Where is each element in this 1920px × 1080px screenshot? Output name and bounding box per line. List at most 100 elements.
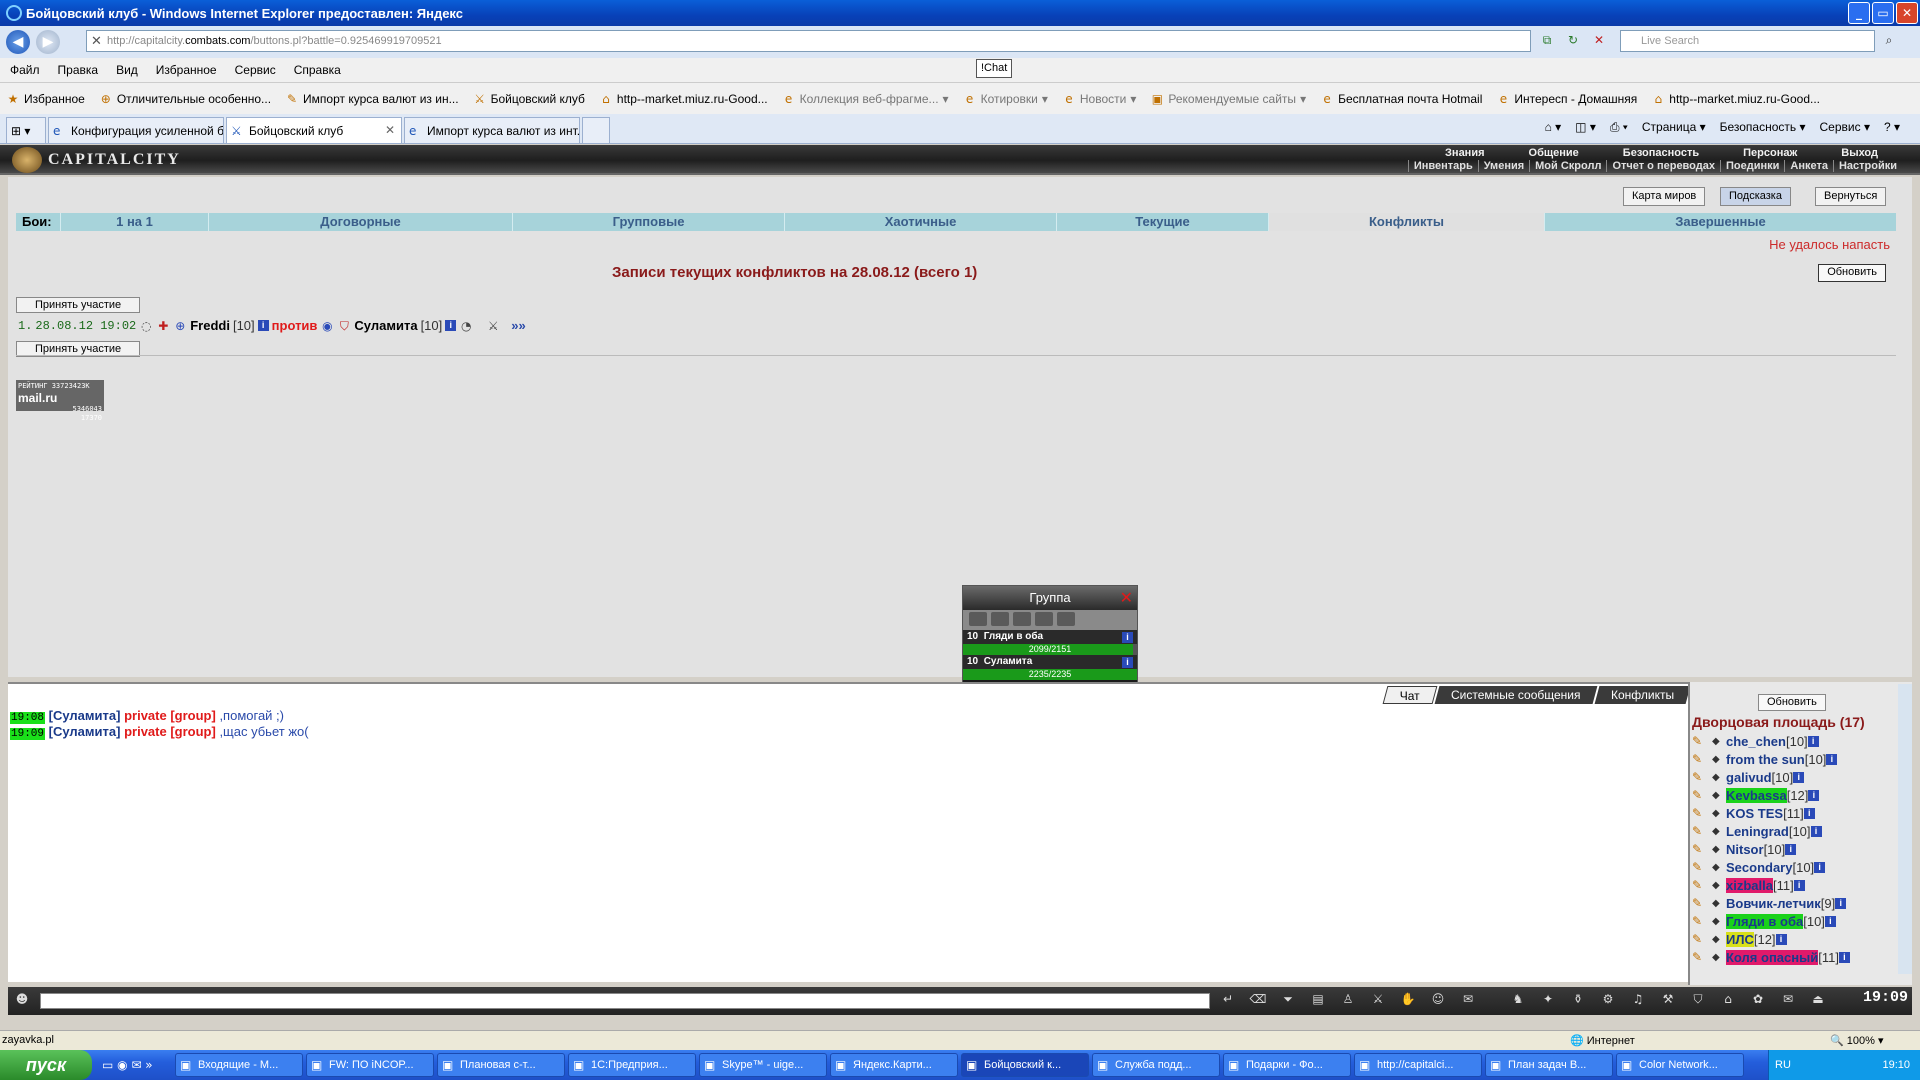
user-info-icon[interactable]: i	[1835, 897, 1847, 909]
gear-icon[interactable]: ⚙	[1598, 992, 1618, 1010]
group-action-icon[interactable]	[1057, 612, 1075, 626]
msg-author[interactable]: [Суламита]	[49, 724, 121, 739]
fav-item[interactable]: ⊕ Отличительные особенно...	[99, 92, 271, 106]
online-user[interactable]: ✎ ◆ che_chen [10] i	[1692, 732, 1892, 750]
gift-icon[interactable]: ⌂	[1718, 992, 1738, 1010]
online-user[interactable]: ✎ ◆ Гляди в оба [10] i	[1692, 912, 1892, 930]
fav-item[interactable]: e Бесплатная почта Hotmail	[1320, 92, 1482, 106]
msg-author[interactable]: [Суламита]	[49, 708, 121, 723]
group-action-icon[interactable]	[1035, 612, 1053, 626]
user-name[interactable]: Leningrad	[1726, 824, 1789, 839]
tab-conflicts[interactable]: Конфликты	[1268, 213, 1544, 231]
tab-1v1[interactable]: 1 на 1	[60, 213, 208, 231]
user-name[interactable]: from the sun	[1726, 752, 1805, 767]
smile-icon[interactable]: ☻	[12, 992, 32, 1010]
nav-inventory[interactable]: Инвентарь	[1407, 160, 1478, 172]
taskbar-task[interactable]: ▣ Служба подд...	[1092, 1053, 1220, 1077]
taskbar-task[interactable]: ▣ Яндекс.Карти...	[830, 1053, 958, 1077]
hint-button[interactable]: Подсказка	[1720, 187, 1791, 206]
close-button[interactable]: ✕	[1896, 2, 1918, 24]
music-icon[interactable]: ♫	[1628, 992, 1648, 1010]
online-user[interactable]: ✎ ◆ galivud [10] i	[1692, 768, 1892, 786]
refresh-button[interactable]: Обновить	[1818, 264, 1886, 282]
private-message-icon[interactable]: ✎	[1692, 752, 1712, 766]
member-info-icon[interactable]: i	[1122, 632, 1133, 643]
fav-item[interactable]: ✎ Импорт курса валют из ин...	[285, 92, 459, 106]
maximize-button[interactable]: ▭	[1872, 2, 1894, 24]
stop-icon[interactable]: ✕	[1590, 33, 1608, 51]
taskbar-task[interactable]: ▣ Skype™ - uige...	[699, 1053, 827, 1077]
online-user[interactable]: ✎ ◆ from the sun [10] i	[1692, 750, 1892, 768]
msg-time[interactable]: 19:08	[10, 712, 46, 724]
private-message-icon[interactable]: ✎	[1692, 932, 1712, 946]
world-map-button[interactable]: Карта миров	[1623, 187, 1706, 206]
taskbar-task[interactable]: ▣ Color Network...	[1616, 1053, 1744, 1077]
tab-finished[interactable]: Завершенные	[1544, 213, 1896, 231]
chat-widget[interactable]: !Chat	[976, 59, 1013, 78]
quick-tabs-button[interactable]: ⊞ ▾	[6, 117, 46, 143]
private-message-icon[interactable]: ✎	[1692, 842, 1712, 856]
menu-file[interactable]: Файл	[10, 63, 40, 77]
private-message-icon[interactable]: ✎	[1692, 806, 1712, 820]
fav-item[interactable]: e Котировки ▾	[963, 92, 1048, 106]
private-message-icon[interactable]: ✎	[1692, 788, 1712, 802]
nav-duels[interactable]: Поединки	[1719, 160, 1784, 172]
msg-private[interactable]: private [group]	[124, 724, 216, 739]
user-info-icon[interactable]: i	[1775, 933, 1787, 945]
nav-transfers[interactable]: Отчет о переводах	[1606, 160, 1720, 172]
quick-launch[interactable]: ▭ ◉ ✉ »	[92, 1058, 172, 1072]
fav-item[interactable]: e Новости ▾	[1062, 92, 1136, 106]
group-member[interactable]: 10 Суламита i	[963, 655, 1137, 669]
filter-icon[interactable]: ⏷	[1278, 992, 1298, 1010]
flower-icon[interactable]: ✿	[1748, 992, 1768, 1010]
tab-current[interactable]: Текущие	[1056, 213, 1268, 231]
online-user[interactable]: ✎ ◆ Secondary [10] i	[1692, 858, 1892, 876]
fav-item[interactable]: ⌂ http--market.miuz.ru-Good...	[599, 92, 768, 106]
nav-exit[interactable]: Выход	[1819, 147, 1900, 159]
nav-knowledge[interactable]: Знания	[1423, 147, 1506, 159]
mail-icon[interactable]: ✉	[1778, 992, 1798, 1010]
player2-info-icon[interactable]: i	[445, 320, 457, 331]
private-message-icon[interactable]: ✎	[1692, 878, 1712, 892]
user-info-icon[interactable]: i	[1826, 753, 1838, 765]
new-tab-button[interactable]	[582, 117, 610, 143]
online-user[interactable]: ✎ ◆ xizballa [11] i	[1692, 876, 1892, 894]
user-name[interactable]: Kevbassa	[1726, 787, 1787, 803]
feeds-icon[interactable]: ◫ ▾	[1575, 120, 1596, 135]
chat-input[interactable]	[40, 993, 1210, 1009]
clear-icon[interactable]: ⌫	[1248, 992, 1268, 1010]
nav-settings[interactable]: Настройки	[1832, 160, 1902, 172]
search-input[interactable]: Live Search	[1620, 30, 1875, 52]
fight-icon[interactable]: ⚔	[1368, 992, 1388, 1010]
user-name[interactable]: Nitsor	[1726, 842, 1764, 857]
user-info-icon[interactable]: i	[1814, 861, 1826, 873]
fav-item[interactable]: e Коллекция веб-фрагме... ▾	[782, 92, 949, 106]
tab-config[interactable]: e Конфигурация усиленной б...	[48, 117, 224, 143]
compat-view-icon[interactable]: ⧉	[1538, 33, 1556, 51]
user-name[interactable]: KOS TES	[1726, 806, 1783, 821]
forward-button[interactable]: ▶	[36, 30, 60, 54]
menu-tools[interactable]: Сервис	[235, 63, 276, 77]
group-action-icon[interactable]	[969, 612, 987, 626]
fav-item[interactable]: ⌂ http--market.miuz.ru-Good...	[1651, 92, 1820, 106]
online-user[interactable]: ✎ ◆ Коля опасный [11] i	[1692, 948, 1892, 966]
back-button[interactable]: ◀	[6, 30, 30, 54]
member-info-icon[interactable]: i	[1122, 657, 1133, 668]
back-game-button[interactable]: Вернуться	[1815, 187, 1887, 206]
online-user[interactable]: ✎ ◆ Kevbassa [12] i	[1692, 786, 1892, 804]
emoji-icon[interactable]: ☺	[1428, 992, 1448, 1010]
msg-time[interactable]: 19:09	[10, 728, 46, 740]
user-info-icon[interactable]: i	[1807, 735, 1819, 747]
exit-icon[interactable]: ⏏	[1808, 992, 1828, 1010]
nav-social[interactable]: Общение	[1507, 147, 1601, 159]
online-user[interactable]: ✎ ◆ Вовчик-летчик [9] i	[1692, 894, 1892, 912]
user-info-icon[interactable]: i	[1793, 879, 1805, 891]
player1-name[interactable]: Freddi	[190, 318, 230, 333]
tab-system-messages[interactable]: Системные сообщения	[1434, 686, 1598, 704]
user-name[interactable]: Secondary	[1726, 860, 1792, 875]
player1-info-icon[interactable]: i	[257, 320, 269, 331]
group-popup-header[interactable]: Группа ✕	[963, 586, 1137, 610]
private-message-icon[interactable]: ✎	[1692, 860, 1712, 874]
tab-import[interactable]: e Импорт курса валют из инт...	[404, 117, 580, 143]
menu-view[interactable]: Вид	[116, 63, 138, 77]
